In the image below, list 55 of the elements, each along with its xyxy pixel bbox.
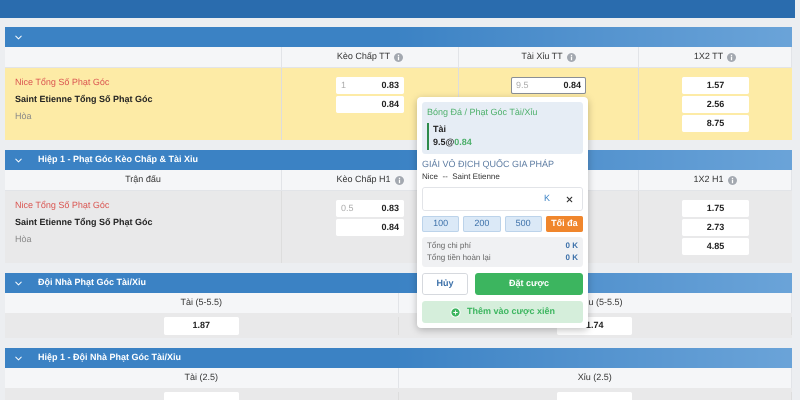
- section-title: Hiệp 1 - Đội Nhà Phạt Góc Tài/Xỉu: [38, 351, 182, 364]
- info-icon: [728, 176, 737, 184]
- column-header: 1X2 H1: [693, 173, 724, 186]
- total-value: 0 K: [566, 252, 578, 264]
- section-header[interactable]: Hiệp 1 - Đội Nhà Phạt Góc Tài/Xỉu: [5, 348, 792, 368]
- stake-field[interactable]: K: [422, 187, 583, 211]
- info-icon: [394, 52, 404, 62]
- info-icon: [727, 52, 736, 62]
- odds-field[interactable]: 1.75: [682, 200, 749, 217]
- clear-icon[interactable]: [565, 194, 574, 204]
- column-header: Xỉu (2.5): [578, 371, 612, 384]
- cancel-button[interactable]: Hủy: [422, 273, 468, 295]
- info-icon: [394, 176, 404, 184]
- team-name: Nice Tổng Số Phạt Góc: [15, 199, 110, 212]
- column-header: Kèo Chấp TT: [336, 50, 390, 64]
- column-header: u (5-5.5): [588, 296, 623, 310]
- amount-chip[interactable]: 200: [463, 216, 500, 232]
- section-title: Hiệp 1 - Phạt Góc Kèo Chấp & Tài Xỉu: [38, 153, 198, 166]
- team-name: Hòa: [15, 110, 33, 123]
- market-title: Bóng Đá / Phạt Góc Tài/Xỉu: [427, 106, 538, 119]
- odds-field[interactable]: 1.57: [682, 77, 749, 94]
- odds-field[interactable]: 9.5 0.84: [511, 77, 586, 94]
- plus-circle-icon: [450, 306, 462, 318]
- total-label: Tổng chi phí: [427, 240, 472, 252]
- odds-field[interactable]: 8.75: [682, 115, 749, 132]
- total-value: 0 K: [566, 240, 578, 252]
- league-name: GIẢI VÔ ĐỊCH QUỐC GIA PHÁP: [422, 158, 556, 171]
- unit-label: K: [544, 192, 550, 206]
- pick-odds: 9.5@0.84: [433, 136, 473, 149]
- column-header: Tài (5-5.5): [180, 296, 222, 310]
- odds-field[interactable]: 0.84: [336, 219, 404, 236]
- info-icon: [566, 52, 576, 62]
- column-header: Trận đấu: [125, 173, 161, 186]
- team-name: Saint Etienne Tổng Số Phạt Góc: [15, 216, 154, 229]
- column-header: Tài (2.5): [184, 371, 218, 384]
- pick-label: Tài: [433, 122, 448, 136]
- odds-field[interactable]: 4.85: [682, 238, 749, 255]
- odds-field[interactable]: 1.87: [164, 316, 239, 334]
- match-name: Nice -- Saint Etienne: [422, 171, 501, 183]
- team-name: Saint Etienne Tổng Số Phạt Góc: [15, 93, 154, 106]
- section-header[interactable]: [5, 27, 792, 47]
- section-title: Đội Nhà Phạt Góc Tài/Xỉu: [38, 276, 146, 290]
- column-header: Tài Xỉu TT: [521, 50, 563, 64]
- amount-chip[interactable]: 500: [504, 216, 542, 232]
- column-header: Kèo Chấp H1: [336, 173, 391, 186]
- column-header: 1X2 TT: [694, 50, 724, 64]
- odds-field[interactable]: 2.56: [682, 96, 749, 113]
- amount-chip[interactable]: 100: [422, 216, 460, 232]
- total-label: Tổng tiền hoàn lại: [427, 252, 491, 264]
- odds-field[interactable]: 1 0.83: [336, 77, 404, 94]
- odds-field[interactable]: 2.73: [682, 219, 749, 236]
- odds-field[interactable]: 0.5 0.83: [336, 200, 404, 217]
- team-name: Hòa: [15, 233, 33, 246]
- team-name: Nice Tổng Số Phạt Góc: [15, 76, 110, 89]
- odds-field[interactable]: 0.84: [336, 96, 404, 113]
